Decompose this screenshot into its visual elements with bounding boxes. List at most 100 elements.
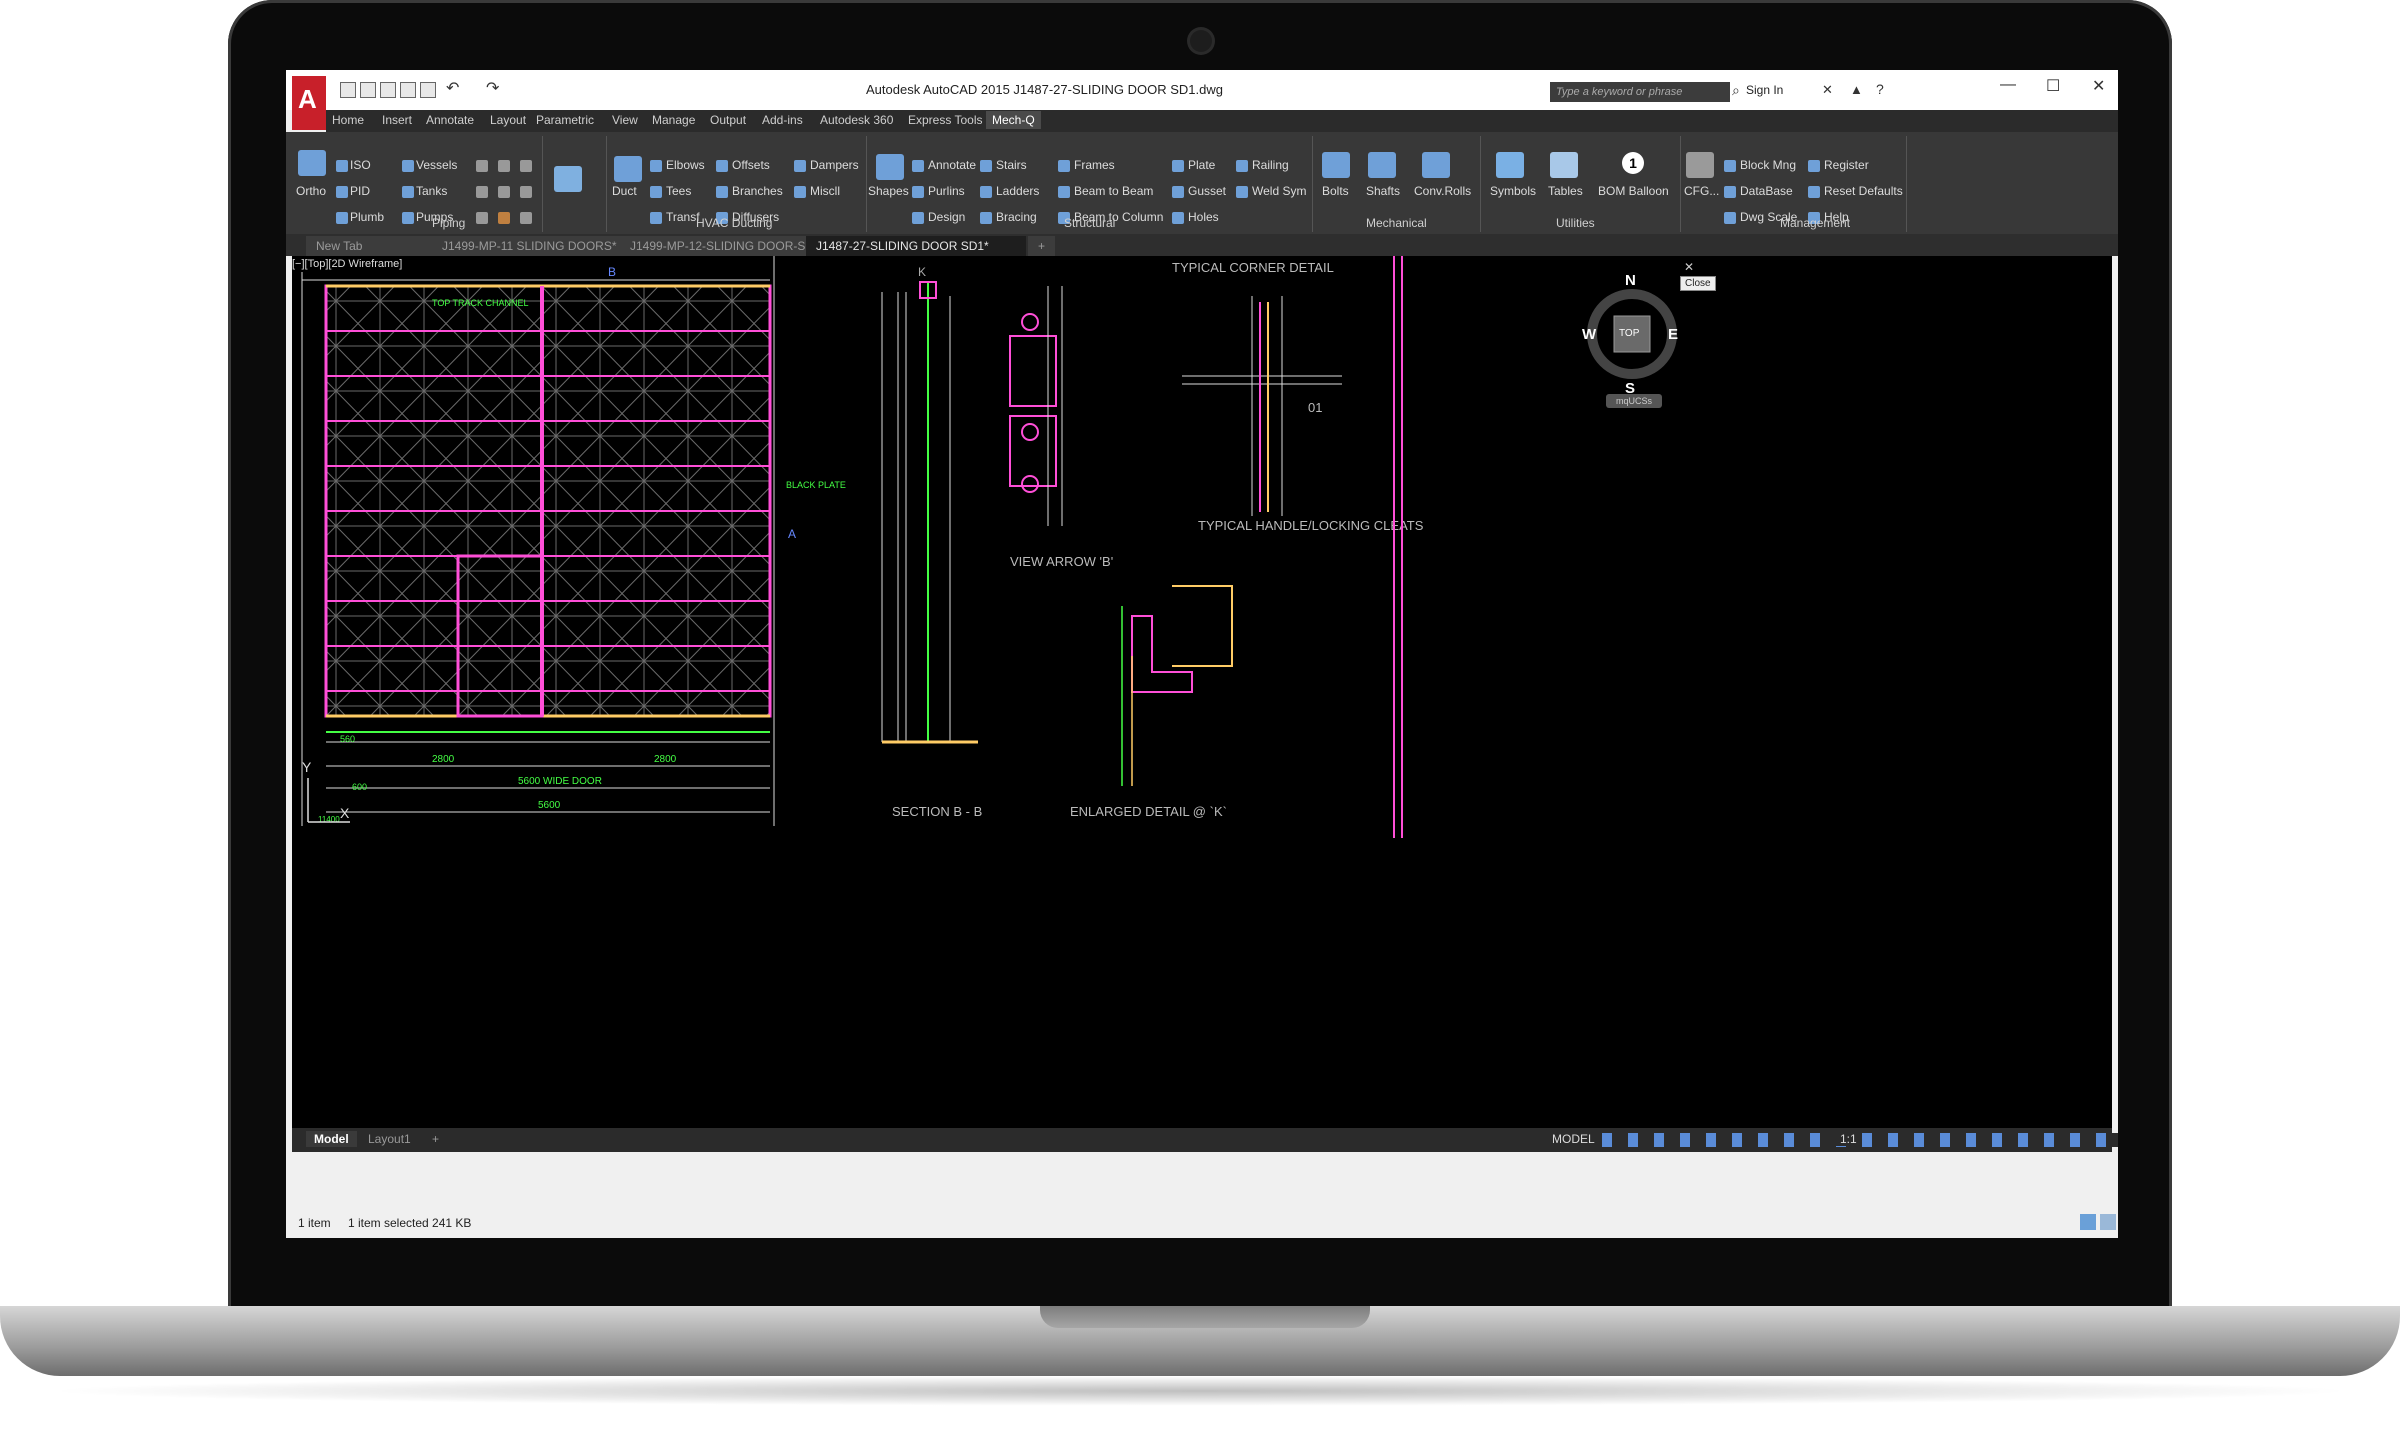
bom-balloon-icon[interactable]: 1 [1622,152,1644,174]
pipe-tool-icon[interactable] [498,160,510,172]
print-icon[interactable] [420,82,436,98]
viewport-label[interactable]: [−][Top][2D Wireframe] [292,258,402,270]
tab-mech-q[interactable]: Mech-Q [986,111,1041,129]
annotate-button[interactable]: Annotate [928,158,976,172]
wrench-icon[interactable] [1686,152,1714,178]
purlins-button[interactable]: Purlins [928,184,965,198]
bom-balloon-button[interactable]: BOM Balloon [1598,184,1669,198]
tables-button[interactable]: Tables [1548,184,1583,198]
pipe-tool-icon[interactable] [520,186,532,198]
ucs-dropdown[interactable]: mqUCSs [1606,394,1662,408]
database-button[interactable]: DataBase [1740,184,1793,198]
conv-rolls-icon[interactable] [1422,152,1450,178]
tab-add-ins[interactable]: Add-ins [762,113,803,127]
shafts-icon[interactable] [1368,152,1396,178]
symbols-icon[interactable] [1496,152,1524,178]
pipe-tool-icon[interactable] [476,212,488,224]
pipe-tool-icon[interactable] [498,186,510,198]
pipe-tool-icon[interactable] [520,212,532,224]
transf-button[interactable]: Transf [666,210,700,224]
pipe-tool-icon[interactable] [498,212,510,224]
tab-layout[interactable]: Layout [490,113,526,127]
iso-button[interactable]: ISO [350,158,371,172]
tab-model[interactable]: Model [306,1131,357,1147]
tab-manage[interactable]: Manage [652,113,695,127]
frames-button[interactable]: Frames [1074,158,1115,172]
shapes-button[interactable]: Shapes [868,184,909,198]
maximize-button[interactable]: ☐ [2046,76,2060,96]
binoculars-icon[interactable]: ⌕ [1732,82,1740,99]
register-button[interactable]: Register [1824,158,1869,172]
offsets-button[interactable]: Offsets [732,158,770,172]
holes-button[interactable]: Holes [1188,210,1219,224]
ladders-button[interactable]: Ladders [996,184,1039,198]
tab-drawing-active[interactable]: J1487-27-SLIDING DOOR SD1* [806,236,1026,256]
viewcube-top[interactable]: TOP [1619,328,1639,339]
save-icon[interactable] [380,82,396,98]
pid-button[interactable]: PID [350,184,370,198]
reset-defaults-button[interactable]: Reset Defaults [1824,184,1903,198]
ortho-icon[interactable] [298,150,326,176]
sign-in-button[interactable]: Sign In [1746,83,1783,97]
help-icon[interactable]: ? [1876,81,1884,97]
design-button[interactable]: Design [928,210,965,224]
shapes-icon[interactable] [876,154,904,180]
details-view-icon[interactable] [2080,1214,2096,1230]
shafts-button[interactable]: Shafts [1366,184,1400,198]
tanks-button[interactable]: Tanks [416,184,447,198]
tab-output[interactable]: Output [710,113,746,127]
redo-icon[interactable]: ↷ [486,78,499,98]
viewcube-west[interactable]: W [1582,326,1596,343]
new-tab-button[interactable]: + [1028,236,1056,256]
vessels-button[interactable]: Vessels [416,158,457,172]
branches-button[interactable]: Branches [732,184,783,198]
tab-parametric[interactable]: Parametric [536,113,594,127]
new-icon[interactable] [340,82,356,98]
bolts-button[interactable]: Bolts [1322,184,1349,198]
pipe-arrow-icon[interactable] [554,166,582,192]
tab-new-tab[interactable]: New Tab [306,236,446,256]
beam-to-beam-button[interactable]: Beam to Beam [1074,184,1153,198]
plate-button[interactable]: Plate [1188,158,1215,172]
pipe-tool-icon[interactable] [476,160,488,172]
duct-icon[interactable] [614,156,642,182]
large-icons-view-icon[interactable] [2100,1214,2116,1230]
tables-icon[interactable] [1550,152,1578,178]
tab-drawing[interactable]: J1499-MP-11 SLIDING DOORS* [432,236,632,256]
block-mng-button[interactable]: Block Mng [1740,158,1796,172]
model-space-button[interactable]: MODEL [1552,1132,1595,1146]
drawing-canvas[interactable]: 5600 WIDE DOOR 5600 2800 2800 600 560 11… [292,256,2112,1128]
bracing-button[interactable]: Bracing [996,210,1037,224]
tab-drawing[interactable]: J1499-MP-12-SLIDING DOOR-SD3* [620,236,825,256]
weld-sym-button[interactable]: Weld Sym [1252,184,1306,198]
tees-button[interactable]: Tees [666,184,691,198]
tab-insert[interactable]: Insert [382,113,412,127]
undo-icon[interactable]: ↶ [446,78,459,98]
railing-button[interactable]: Railing [1252,158,1289,172]
app-menu-button[interactable]: A [292,76,326,130]
gusset-button[interactable]: Gusset [1188,184,1226,198]
close-button[interactable]: ✕ [2092,76,2105,96]
tab-express-tools[interactable]: Express Tools [908,113,982,127]
account-icon[interactable]: ▲ [1850,82,1863,97]
viewcube-east[interactable]: E [1668,326,1678,343]
tab-autodesk-360[interactable]: Autodesk 360 [820,113,893,127]
minimize-button[interactable]: — [2000,76,2016,94]
viewport-close-icon[interactable]: ✕ [1684,260,1694,274]
symbols-button[interactable]: Symbols [1490,184,1536,198]
conv-rolls-button[interactable]: Conv.Rolls [1414,184,1471,198]
tab-layout1[interactable]: Layout1 [368,1132,411,1146]
save-as-icon[interactable] [400,82,416,98]
add-layout-button[interactable]: + [432,1132,439,1146]
plumb-button[interactable]: Plumb [350,210,384,224]
stairs-button[interactable]: Stairs [996,158,1027,172]
ortho-button[interactable]: Ortho [296,184,326,198]
search-input[interactable]: Type a keyword or phrase [1550,82,1730,102]
pipe-tool-icon[interactable] [520,160,532,172]
tab-view[interactable]: View [612,113,638,127]
annotation-scale[interactable]: 1:1 [1836,1132,1861,1146]
elbows-button[interactable]: Elbows [666,158,705,172]
exchange-icon[interactable]: ✕ [1822,82,1833,98]
tab-annotate[interactable]: Annotate [426,113,474,127]
tab-home[interactable]: Home [332,113,364,127]
